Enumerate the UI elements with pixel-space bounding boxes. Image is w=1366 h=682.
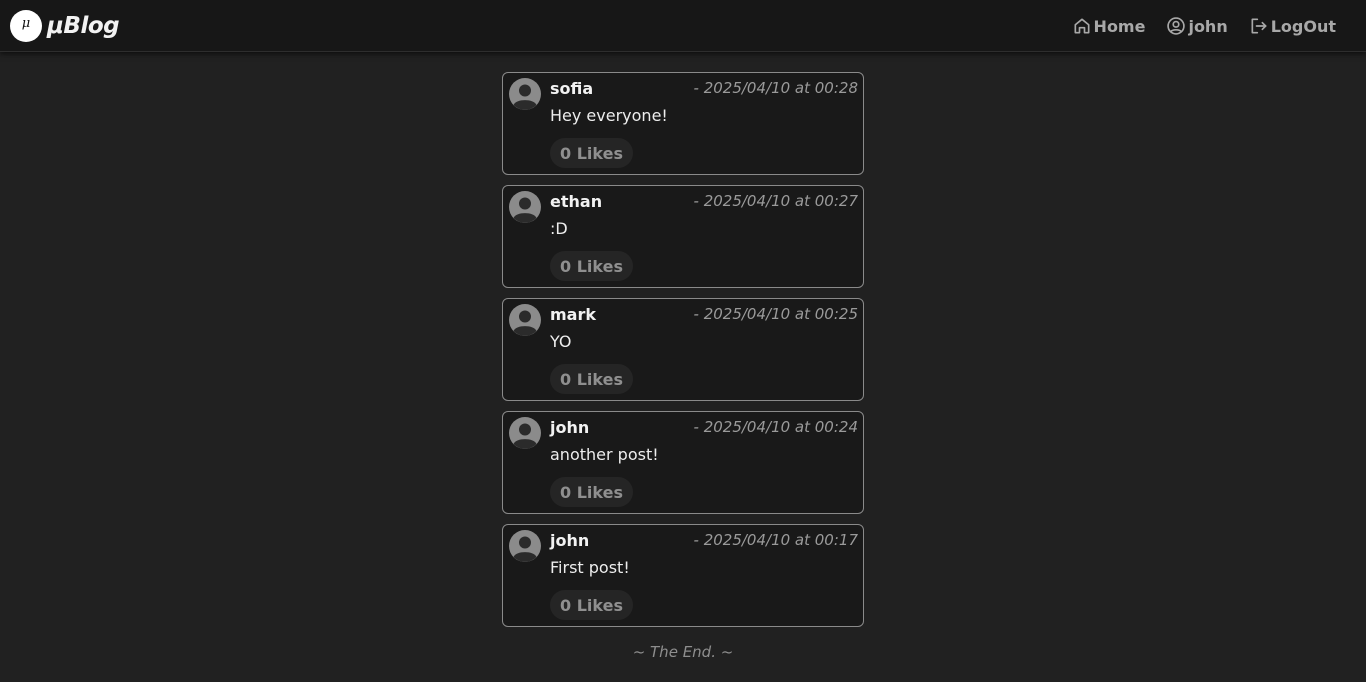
post-author[interactable]: ethan [550,192,602,211]
brand-link[interactable]: μ μBlog [10,9,120,42]
post-date: - 2025/04/10 at 00:24 [693,418,858,436]
post-author[interactable]: sofia [550,79,593,98]
like-button[interactable]: 0 Likes [550,138,633,168]
like-button[interactable]: 0 Likes [550,364,633,394]
post-date: - 2025/04/10 at 00:27 [693,192,858,210]
post-card: john - 2025/04/10 at 00:24 another post!… [502,411,864,514]
post-date: - 2025/04/10 at 00:28 [693,79,858,97]
top-navbar: μ μBlog Home john LogOut [0,0,1366,52]
post-author[interactable]: john [550,531,589,550]
post-card: ethan - 2025/04/10 at 00:27 :D 0 Likes [502,185,864,288]
post-author[interactable]: mark [550,305,596,324]
like-button[interactable]: 0 Likes [550,590,633,620]
post-card: john - 2025/04/10 at 00:17 First post! 0… [502,524,864,627]
logout-icon [1251,18,1267,34]
default-avatar-icon [509,417,541,449]
feed-end-text: ~ The End. ~ [632,643,734,661]
post-card: sofia - 2025/04/10 at 00:28 Hey everyone… [502,72,864,175]
post-body: YO [550,332,572,351]
post-body: :D [550,219,568,238]
post-author[interactable]: john [550,418,589,437]
user-circle-icon [1167,17,1186,35]
post-feed: sofia - 2025/04/10 at 00:28 Hey everyone… [502,72,864,637]
nav-home-label: Home [1093,16,1146,36]
home-icon [1074,18,1090,34]
like-button[interactable]: 0 Likes [550,477,633,507]
default-avatar-icon [509,78,541,110]
post-body: First post! [550,558,630,577]
post-date: - 2025/04/10 at 00:25 [693,305,858,323]
default-avatar-icon [509,304,541,336]
default-avatar-icon [509,191,541,223]
brand-logo: μ [10,9,42,42]
post-body: Hey everyone! [550,106,668,125]
post-card: mark - 2025/04/10 at 00:25 YO 0 Likes [502,298,864,401]
nav-profile-label: john [1188,16,1228,36]
nav-logout-label: LogOut [1270,16,1336,36]
nav-profile-link[interactable]: john [1166,16,1228,36]
like-button[interactable]: 0 Likes [550,251,633,281]
post-body: another post! [550,445,659,464]
post-date: - 2025/04/10 at 00:17 [693,531,858,549]
nav-menu: Home john LogOut [1051,0,1336,52]
brand-name: μBlog [47,12,120,39]
default-avatar-icon [509,530,541,562]
nav-logout-link[interactable]: LogOut [1249,16,1336,36]
nav-home-link[interactable]: Home [1072,16,1146,36]
